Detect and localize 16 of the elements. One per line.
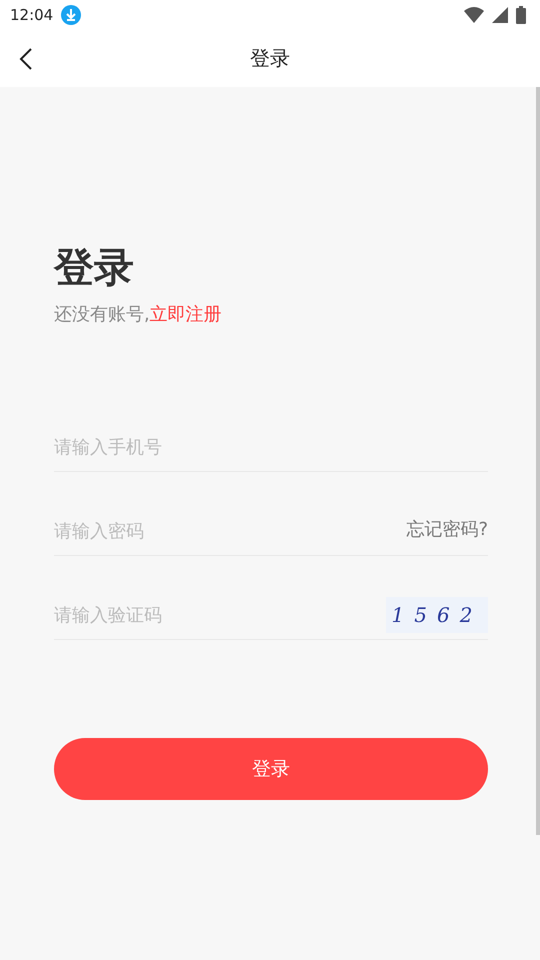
forgot-password-link[interactable]: 忘记密码? xyxy=(406,517,488,541)
battery-icon xyxy=(516,6,526,24)
status-time: 12:04 xyxy=(10,6,54,24)
login-button[interactable]: 登录 xyxy=(54,738,488,800)
input-field[interactable]: 请输入密码 xyxy=(54,513,406,549)
wifi-icon xyxy=(464,7,484,23)
signal-icon xyxy=(492,7,508,23)
captcha-image[interactable]: 1562 xyxy=(386,597,488,633)
register-link[interactable]: 立即注册 xyxy=(150,302,222,326)
header-title: 登录 xyxy=(250,45,290,72)
register-prompt: 还没有账号, xyxy=(54,303,150,326)
input-field[interactable]: 请输入验证码 xyxy=(54,597,386,633)
input-field[interactable]: 请输入手机号 xyxy=(54,429,488,465)
download-icon xyxy=(61,5,82,25)
back-icon[interactable] xyxy=(18,47,34,71)
login-heading: 登录 xyxy=(54,244,135,293)
